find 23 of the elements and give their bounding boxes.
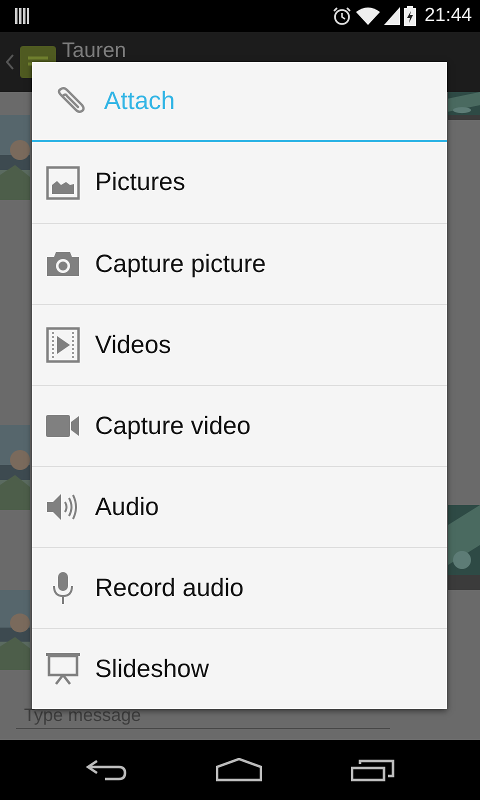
menu-item[interactable]: Slideshow bbox=[32, 628, 447, 709]
video-camera-icon bbox=[46, 415, 80, 437]
alarm-icon bbox=[332, 6, 352, 26]
menu-item[interactable]: Record audio bbox=[32, 547, 447, 628]
film-play-icon bbox=[46, 327, 80, 363]
projector-screen-icon bbox=[46, 653, 80, 685]
camera-icon bbox=[46, 251, 80, 277]
image-icon bbox=[46, 166, 80, 200]
menu-item[interactable]: Videos bbox=[32, 304, 447, 385]
signal-icon bbox=[384, 7, 400, 25]
dialog-title: Attach bbox=[104, 86, 175, 116]
conversation-title: Tauren bbox=[62, 39, 126, 63]
battery-icon bbox=[404, 6, 416, 26]
clock-time: 21:44 bbox=[424, 5, 472, 27]
menu-item[interactable]: Capture picture bbox=[32, 223, 447, 304]
recent-apps-icon[interactable] bbox=[351, 758, 396, 782]
back-icon[interactable] bbox=[84, 758, 127, 782]
notification-icon bbox=[15, 7, 29, 25]
menu-item[interactable]: Audio bbox=[32, 466, 447, 547]
home-icon[interactable] bbox=[216, 758, 262, 782]
menu-item[interactable]: Capture video bbox=[32, 385, 447, 466]
wifi-icon bbox=[356, 7, 380, 25]
menu-item[interactable]: Pictures bbox=[32, 142, 447, 223]
